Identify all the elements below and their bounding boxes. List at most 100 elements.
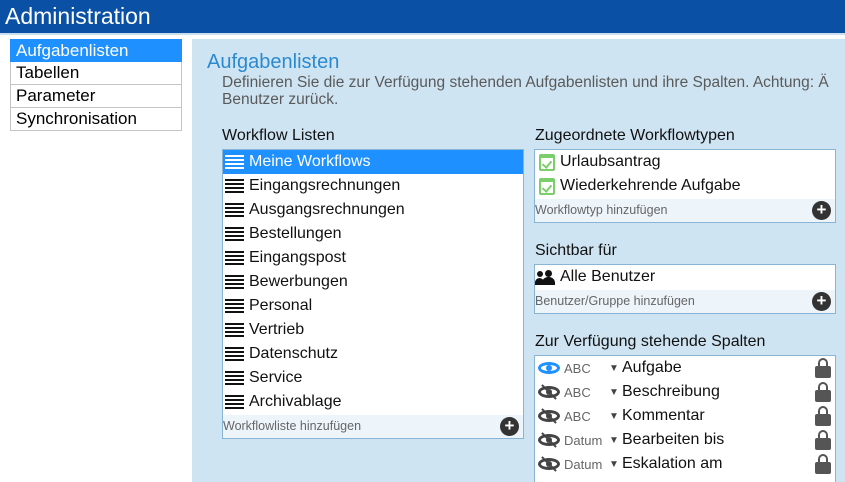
column-name: Eskalation am: [622, 455, 723, 472]
column-type: ABC: [564, 408, 591, 424]
workflow-list-item[interactable]: Service: [223, 366, 523, 390]
page-description-line: Definieren Sie die zur Verfügung stehend…: [222, 74, 829, 91]
add-workflow-list-label: Workflowliste hinzufügen: [223, 419, 362, 433]
sidebar-item-synchronisation[interactable]: Synchronisation: [10, 108, 182, 131]
eye-icon[interactable]: [538, 361, 560, 375]
calendar-check-icon: [539, 153, 555, 171]
lock-icon[interactable]: [815, 454, 831, 474]
workflow-list-item[interactable]: Archivablage: [223, 390, 523, 414]
workflow-list-item-label: Bestellungen: [249, 225, 342, 242]
workflow-list-item[interactable]: Eingangspost: [223, 246, 523, 270]
add-workflow-type-label: Workflowtyp hinzufügen: [535, 203, 668, 217]
sidebar: Aufgabenlisten Tabellen Parameter Synchr…: [10, 39, 182, 131]
workflow-list-item[interactable]: Eingangsrechnungen: [223, 174, 523, 198]
column-row: ABC ▼ Beschreibung: [535, 380, 835, 404]
add-workflow-list-row[interactable]: Workflowliste hinzufügen +: [223, 415, 523, 438]
column-row: Datum ▼ Bearbeiten bis: [535, 428, 835, 452]
lock-icon[interactable]: [815, 358, 831, 378]
page-description: Definieren Sie die zur Verfügung stehend…: [222, 74, 845, 108]
workflow-list-item-label: Vertrieb: [249, 321, 305, 338]
column-type: ABC: [564, 360, 591, 376]
list-lines-icon: [225, 323, 244, 337]
workflow-list-item-label: Datenschutz: [249, 345, 338, 362]
visibility-item[interactable]: Alle Benutzer: [535, 265, 835, 289]
chevron-down-icon[interactable]: ▼: [609, 363, 619, 374]
list-lines-icon: [225, 203, 244, 217]
list-lines-icon: [225, 299, 244, 313]
add-workflow-list-button[interactable]: +: [500, 417, 519, 436]
chevron-down-icon[interactable]: ▼: [609, 387, 619, 398]
header-divider: [0, 33, 845, 35]
visibility-list: Alle Benutzer: [535, 265, 835, 289]
add-user-group-button[interactable]: +: [812, 292, 831, 311]
app-header: Administration: [0, 0, 845, 33]
list-lines-icon: [225, 371, 244, 385]
list-lines-icon: [225, 395, 244, 409]
add-workflow-type-button[interactable]: +: [812, 201, 831, 220]
workflow-list-item[interactable]: Personal: [223, 294, 523, 318]
visibility-item-label: Alle Benutzer: [560, 268, 656, 285]
workflow-lists-label: Workflow Listen: [222, 127, 335, 144]
visibility-panel: Alle Benutzer Benutzer/Gruppe hinzufügen…: [534, 264, 836, 314]
eye-off-icon[interactable]: [538, 384, 560, 400]
workflow-list-item[interactable]: Bestellungen: [223, 222, 523, 246]
list-lines-icon: [225, 227, 244, 241]
workflow-list-item[interactable]: Ausgangsrechnungen: [223, 198, 523, 222]
page-title: Aufgabenlisten: [207, 51, 340, 73]
workflow-list-item[interactable]: Vertrieb: [223, 318, 523, 342]
add-user-group-label: Benutzer/Gruppe hinzufügen: [535, 294, 695, 308]
eye-off-icon[interactable]: [538, 456, 560, 472]
visibility-label: Sichtbar für: [535, 242, 617, 259]
column-type: ABC: [564, 384, 591, 400]
workflow-types-panel: Urlaubsantrag Wiederkehrende Aufgabe Work…: [534, 149, 836, 223]
workflow-type-item[interactable]: Wiederkehrende Aufgabe: [535, 174, 835, 198]
workflow-type-item[interactable]: Urlaubsantrag: [535, 150, 835, 174]
list-lines-icon: [225, 347, 244, 361]
page-description-line: Benutzer zurück.: [222, 91, 339, 108]
column-name: Bearbeiten bis: [622, 431, 725, 448]
column-list: ABC ▼ Aufgabe ABC ▼ Beschreibung ABC ▼ Kommentar…: [535, 356, 835, 476]
list-lines-icon: [225, 155, 244, 169]
main-content: Aufgabenlisten Definieren Sie die zur Ve…: [192, 39, 845, 482]
chevron-down-icon[interactable]: ▼: [609, 435, 619, 446]
column-row: Datum ▼ Eskalation am: [535, 452, 835, 476]
columns-label: Zur Verfügung stehende Spalten: [535, 333, 766, 350]
lock-icon[interactable]: [815, 382, 831, 402]
workflow-list-item-label: Meine Workflows: [249, 153, 371, 170]
column-row: ABC ▼ Kommentar: [535, 404, 835, 428]
sidebar-item-parameter[interactable]: Parameter: [10, 85, 182, 108]
list-lines-icon: [225, 251, 244, 265]
column-row: ABC ▼ Aufgabe: [535, 356, 835, 380]
column-name: Kommentar: [622, 407, 705, 424]
workflow-list-item-label: Personal: [249, 297, 313, 314]
workflow-type-list: Urlaubsantrag Wiederkehrende Aufgabe: [535, 150, 835, 198]
workflow-list-item[interactable]: Meine Workflows: [223, 150, 523, 174]
add-workflow-type-row[interactable]: Workflowtyp hinzufügen +: [535, 199, 835, 222]
eye-off-icon[interactable]: [538, 408, 560, 424]
column-name: Beschreibung: [622, 383, 720, 400]
workflow-list-item[interactable]: Bewerbungen: [223, 270, 523, 294]
list-lines-icon: [225, 179, 244, 193]
eye-off-icon[interactable]: [538, 432, 560, 448]
lock-icon[interactable]: [815, 430, 831, 450]
workflow-lists-panel: Meine Workflows Eingangsrechnungen Ausgang…: [222, 149, 524, 439]
chevron-down-icon[interactable]: ▼: [609, 459, 619, 470]
chevron-down-icon[interactable]: ▼: [609, 411, 619, 422]
add-user-group-row[interactable]: Benutzer/Gruppe hinzufügen +: [535, 290, 835, 313]
lock-icon[interactable]: [815, 406, 831, 426]
workflow-list-item-label: Bewerbungen: [249, 273, 348, 290]
app-title: Administration: [5, 3, 151, 29]
calendar-check-icon: [539, 177, 555, 195]
sidebar-item-tabellen[interactable]: Tabellen: [10, 62, 182, 85]
workflow-type-item-label: Wiederkehrende Aufgabe: [560, 177, 741, 194]
workflow-types-label: Zugeordnete Workflowtypen: [535, 127, 735, 144]
users-icon: [535, 269, 559, 285]
workflow-list-item[interactable]: Datenschutz: [223, 342, 523, 366]
column-type: Datum: [564, 432, 603, 448]
workflow-list: Meine Workflows Eingangsrechnungen Ausgang…: [223, 150, 523, 414]
list-lines-icon: [225, 275, 244, 289]
sidebar-item-aufgabenlisten[interactable]: Aufgabenlisten: [10, 39, 182, 62]
workflow-type-item-label: Urlaubsantrag: [560, 153, 661, 170]
workflow-list-item-label: Eingangspost: [249, 249, 346, 266]
column-type: Datum: [564, 456, 603, 472]
